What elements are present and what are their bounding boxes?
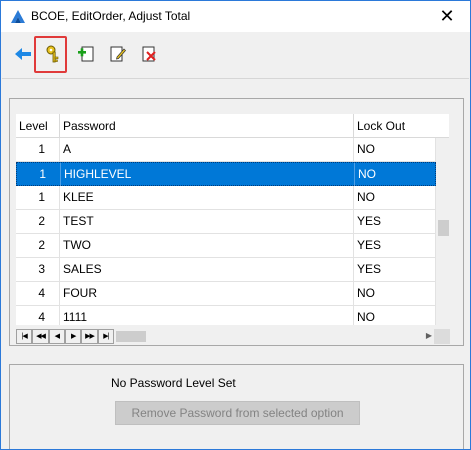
vertical-scrollbar[interactable] [436,138,449,325]
app-logo-icon [10,9,26,25]
cell-level: 1 [16,186,60,209]
scrollbar-corner [434,329,450,344]
cell-lockout: YES [354,210,436,233]
cell-level: 3 [16,258,60,281]
table-row[interactable]: 2 TWO YES [16,234,436,258]
cell-password: 1111 [60,306,354,325]
add-icon[interactable] [75,43,97,65]
cell-password: A [60,138,354,161]
nav-next-page-button[interactable]: ▶▶ [81,329,98,344]
cell-level: 4 [16,282,60,305]
horizontal-scrollbar[interactable]: ▶ [114,329,434,344]
cell-lockout: NO [354,306,436,325]
table-row[interactable]: 1 A NO [16,138,436,162]
horizontal-scroll-thumb[interactable] [116,331,146,342]
vertical-scroll-thumb[interactable] [438,220,449,236]
nav-prev-page-button[interactable]: ◀◀ [32,329,49,344]
cell-password: TEST [60,210,354,233]
nav-first-button[interactable]: |◀ [16,329,33,344]
cell-level: 2 [16,210,60,233]
cell-level: 1 [17,163,61,186]
table-row[interactable]: 3 SALES YES [16,258,436,282]
column-header-lockout[interactable]: Lock Out [354,114,449,138]
cell-password: HIGHLEVEL [61,163,355,186]
password-grid[interactable]: Level Password Lock Out 1 A NO 1 HIGHLEV… [16,114,449,325]
cell-lockout: NO [354,138,436,161]
nav-last-button[interactable]: ▶| [97,329,114,344]
table-row[interactable]: 1 KLEE NO [16,186,436,210]
app-window: BCOE, EditOrder, Adjust Total ✕ Level Pa… [0,0,471,450]
cell-password: TWO [60,234,354,257]
cell-lockout: NO [354,282,436,305]
title-bar: BCOE, EditOrder, Adjust Total ✕ [1,1,470,32]
cell-lockout: YES [354,234,436,257]
delete-icon[interactable] [138,43,160,65]
close-window-button[interactable]: ✕ [424,1,470,32]
cell-level: 2 [16,234,60,257]
nav-prev-button[interactable]: ◀ [48,329,65,344]
record-nav-strip: |◀ ◀◀ ◀ ▶ ▶▶ ▶| [16,329,114,344]
nav-next-button[interactable]: ▶ [64,329,82,344]
remove-password-button[interactable]: Remove Password from selected option [115,401,360,425]
edit-icon[interactable] [106,43,128,65]
cell-password: KLEE [60,186,354,209]
cell-lockout: NO [355,163,437,186]
status-text: No Password Level Set [111,376,236,390]
table-row[interactable]: 2 TEST YES [16,210,436,234]
cell-lockout: YES [354,258,436,281]
column-header-level[interactable]: Level [16,114,60,138]
toolbar [2,32,469,78]
toolbar-highlight-box [34,36,67,73]
cell-level: 1 [16,138,60,161]
column-header-password[interactable]: Password [60,114,354,138]
cell-password: SALES [60,258,354,281]
table-row[interactable]: 4 FOUR NO [16,282,436,306]
table-row[interactable]: 4 1111 NO [16,306,436,325]
toolbar-divider [2,78,469,79]
scroll-right-icon[interactable]: ▶ [426,331,432,340]
grid-header: Level Password Lock Out [16,114,449,138]
table-row-selected[interactable]: 1 HIGHLEVEL NO [16,162,437,186]
cell-level: 4 [16,306,60,325]
cell-password: FOUR [60,282,354,305]
cell-lockout: NO [354,186,436,209]
back-arrow-icon[interactable] [12,43,34,65]
window-title: BCOE, EditOrder, Adjust Total [31,9,191,23]
